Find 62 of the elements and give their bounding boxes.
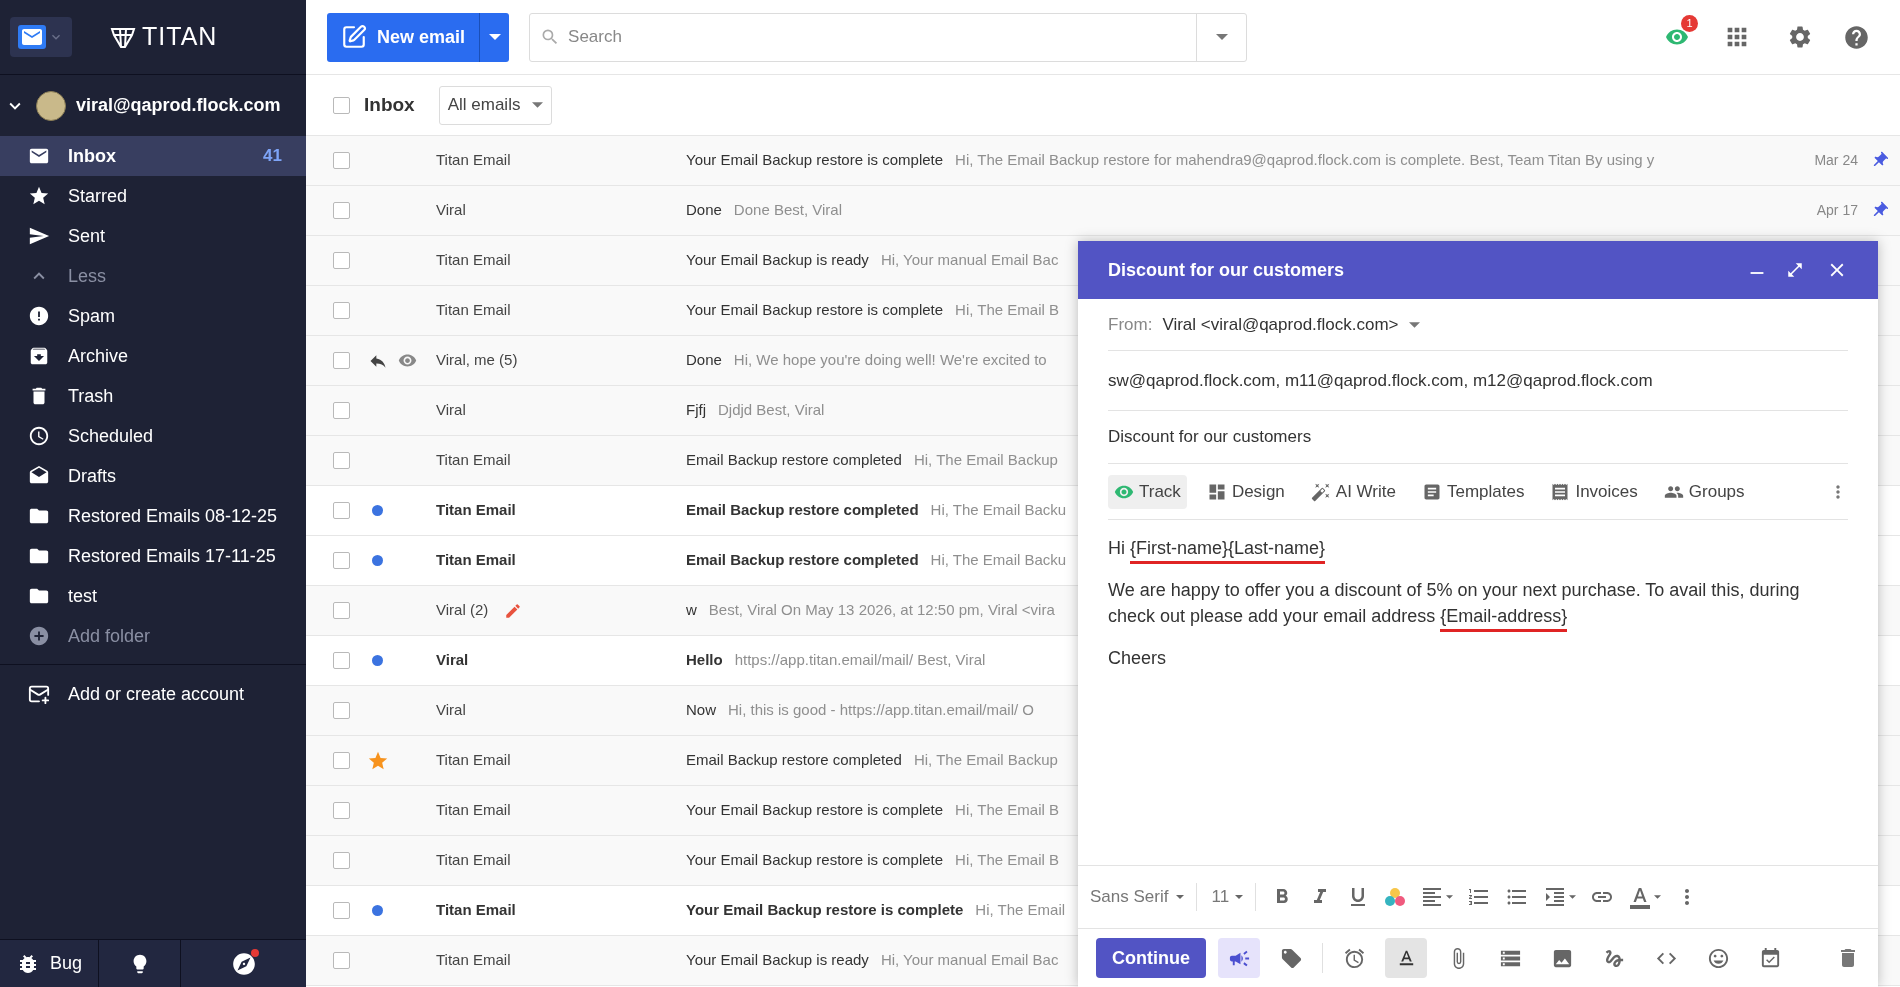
from-label: From: xyxy=(1108,313,1153,336)
email-subject: Your Email Backup restore is complete xyxy=(686,800,944,821)
email-subject: Your Email Backup is ready xyxy=(686,250,869,271)
sender-name: Titan Email xyxy=(436,450,511,471)
email-subject: Fjfj xyxy=(686,400,706,421)
email-preview: Hi, this is good - https://app.titan.email/mail/ O xyxy=(728,700,1034,721)
sender-name: Viral xyxy=(436,700,466,721)
sender-name: Viral xyxy=(436,400,466,421)
sender-name: Titan Email xyxy=(436,850,511,871)
sender-name: Titan Email xyxy=(436,800,511,821)
folder-title: Inbox xyxy=(364,92,415,117)
sender-name: Viral xyxy=(436,200,466,221)
email-subject: Your Email Backup is ready xyxy=(686,950,869,971)
email-date: Apr 17 xyxy=(1816,201,1858,220)
email-subject: Now xyxy=(686,700,716,721)
email-preview: Hi, The Email B xyxy=(955,800,1059,821)
email-preview: Hi, The Email Backu xyxy=(930,550,1067,571)
email-preview: Hi, The Email Backu xyxy=(930,500,1067,521)
email-subject: Your Email Backup restore is complete xyxy=(686,850,944,871)
email-preview: Best, Viral On May 13 2026, at 12:50 pm, Viral <vira xyxy=(708,600,1055,621)
email-subject: Your Email Backup restore is complete xyxy=(686,150,944,171)
body-paragraph: Cheers xyxy=(1108,647,1168,670)
sender-name: Titan Email xyxy=(436,150,511,171)
email-subject: Email Backup restore completed xyxy=(686,750,902,771)
email-preview: Done Best, Viral xyxy=(733,200,842,221)
sender-name: Titan Email xyxy=(436,950,511,971)
email-subject: Email Backup restore completed xyxy=(686,500,919,521)
email-subject: Done xyxy=(686,200,722,221)
email-preview: Hi, The Email Backup xyxy=(913,450,1058,471)
sender-name: Titan Email xyxy=(436,500,516,521)
notification-badge: 1 xyxy=(1681,15,1698,32)
email-preview: Hi, The Email B xyxy=(955,300,1059,321)
email-date: Mar 24 xyxy=(1814,151,1858,170)
email-preview: Hi, The Email B xyxy=(955,850,1059,871)
email-preview: Hi, The Email Backup restore for mahendra9@qaprod.flock.com is complete. Best, Team Titan By using y xyxy=(955,150,1655,171)
sender-name: Titan Email xyxy=(436,250,511,271)
sender-name: Titan Email xyxy=(436,750,511,771)
email-subject: Done xyxy=(686,350,722,371)
sender-name: Titan Email xyxy=(436,900,516,921)
email-preview: https://app.titan.email/mail/ Best, Viral xyxy=(734,650,986,671)
sender-name: Titan Email xyxy=(436,550,516,571)
email-subject: Hello xyxy=(686,650,723,671)
email-subject: Your Email Backup restore is complete xyxy=(686,900,964,921)
email-preview: Hi, We hope you're doing well! We're excited to xyxy=(733,350,1047,371)
email-preview: Hi, Your manual Email Bac xyxy=(880,950,1059,971)
sender-name: Viral, me (5) xyxy=(436,350,518,371)
email-preview: Hi, Your manual Email Bac xyxy=(880,250,1059,271)
email-subject: Email Backup restore completed xyxy=(686,450,902,471)
email-subject: Email Backup restore completed xyxy=(686,550,919,571)
email-subject: Your Email Backup restore is complete xyxy=(686,300,944,321)
body-paragraph: We are happy to offer you a discount of 5% on your next purchase. To avail this, during check out please add your email address {Email-address} xyxy=(1108,577,1838,629)
unread-count: 41 xyxy=(263,145,282,168)
email-preview: Hi, The Email Backup xyxy=(913,750,1058,771)
email-preview: Djdjd Best, Viral xyxy=(718,400,825,421)
compose-title: Discount for our customers xyxy=(1108,258,1346,282)
sender-name: Viral (2) xyxy=(436,600,489,621)
sender-name: Viral xyxy=(436,650,469,671)
email-subject: w xyxy=(686,600,697,621)
sender-name: Titan Email xyxy=(436,300,511,321)
logo-text: TITAN xyxy=(142,21,218,53)
body-paragraph: Hi {First-name}{Last-name} xyxy=(1108,535,1838,561)
email-preview: Hi, The Email xyxy=(975,900,1066,921)
